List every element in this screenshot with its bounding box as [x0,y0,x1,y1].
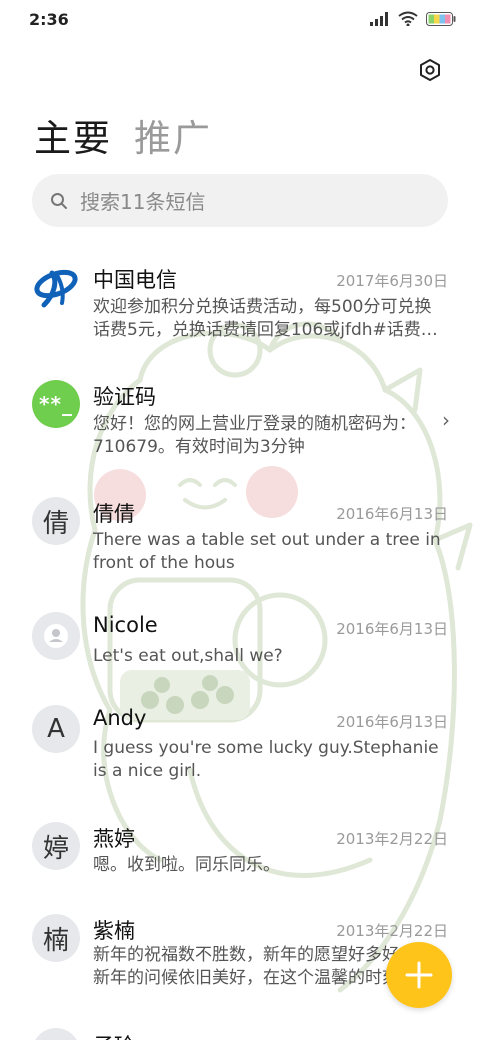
conversation-name: 验证码 [93,385,156,409]
conversation-date: 2017年6月30日 [336,272,448,290]
compose-button[interactable] [386,942,452,1008]
avatar: 婷 [32,822,80,870]
avatar [32,612,80,660]
avatar: 倩 [32,497,80,545]
avatar: **_ [32,380,80,428]
conversation-date: 2013年2月22日 [336,830,448,848]
conversation-name: 子玲 [93,1030,135,1040]
conversation-row[interactable]: 倩 倩倩 2016年6月13日 There was a table set ou… [0,497,480,587]
conversation-row[interactable]: **_ 验证码 您好！您的网上营业厅登录的随机密码为：710679。有效时间为3… [0,380,480,470]
plus-icon [405,961,433,989]
conversation-name: Andy [93,706,147,730]
conversation-date: 2016年6月13日 [336,620,448,638]
chevron-right-icon[interactable]: › [442,408,450,432]
conversation-snippet: 您好！您的网上营业厅登录的随机密码为：710679。有效时间为3分钟 [93,414,416,457]
china-telecom-logo-icon [32,263,80,311]
person-icon [44,624,68,648]
conversation-name: 紫楠 [93,919,135,943]
conversation-snippet: 欢迎参加积分兑换话费活动，每500分可兑换话费5元，兑换话费请回复106或jfd… [93,297,438,340]
conversation-snippet: 嗯。收到啦。同乐同乐。 [93,855,280,875]
conversation-row[interactable]: 子玲 [0,1028,480,1040]
conversation-row[interactable]: A Andy 2016年6月13日 I guess you're some lu… [0,705,480,795]
conversation-name: 燕婷 [93,827,135,851]
conversation-snippet: There was a table set out under a tree i… [93,530,441,573]
conversation-date: 2013年2月22日 [336,922,448,940]
conversation-snippet: I guess you're some lucky guy.Stephanie … [93,738,439,781]
conversation-row[interactable]: Nicole 2016年6月13日 Let's eat out,shall we… [0,612,480,682]
conversation-row[interactable]: 婷 燕婷 2013年2月22日 嗯。收到啦。同乐同乐。 [0,822,480,882]
conversation-name: 倩倩 [93,502,135,526]
conversation-name: 中国电信 [93,268,177,292]
conversation-name: Nicole [93,613,158,637]
conversation-date: 2016年6月13日 [336,713,448,731]
conversation-snippet: Let's eat out,shall we? [93,646,283,666]
conversation-list: 中国电信 2017年6月30日 欢迎参加积分兑换话费活动，每500分可兑换话费5… [0,0,480,1040]
avatar: A [32,705,80,753]
avatar: 楠 [32,914,80,962]
avatar [32,1028,80,1040]
conversation-date: 2016年6月13日 [336,505,448,523]
conversation-row[interactable]: 中国电信 2017年6月30日 欢迎参加积分兑换话费活动，每500分可兑换话费5… [0,255,480,355]
